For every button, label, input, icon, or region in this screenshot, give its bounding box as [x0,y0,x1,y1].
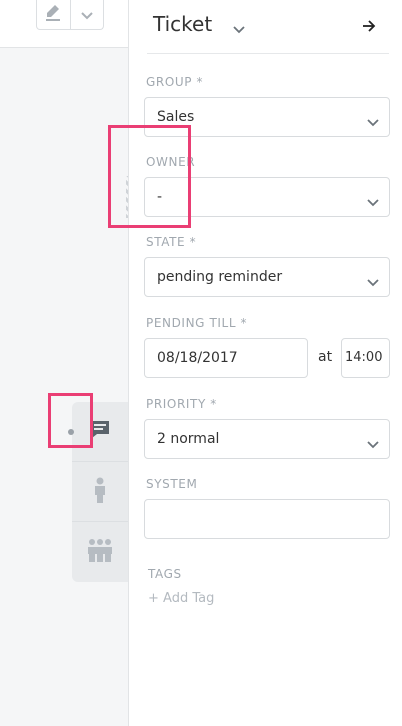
left-toolbar [0,0,128,48]
chevron-down-icon [81,5,93,24]
pending-till-label: PENDING TILL * [146,316,248,330]
chevron-down-icon [367,272,379,291]
arrow-right-icon[interactable] [362,18,376,37]
system-input[interactable] [144,499,390,539]
chevron-down-icon [367,112,379,131]
group-label: GROUP * [146,75,204,89]
state-select[interactable]: pending reminder [144,257,390,297]
at-label: at [318,349,333,365]
tab-highlight-box [48,393,93,448]
tags-label: TAGS [148,567,182,581]
add-tag-link[interactable]: + Add Tag [148,591,214,606]
priority-value: 2 normal [157,431,220,447]
edit-dropdown-button[interactable] [69,0,104,29]
pending-date-input[interactable]: 08/18/2017 [144,338,308,378]
state-label: STATE * [146,235,197,249]
sidebar-title[interactable]: Ticket [153,12,212,36]
pending-date-value: 08/18/2017 [157,350,238,366]
left-panel [0,0,128,726]
edit-button[interactable] [37,0,70,29]
priority-select[interactable]: 2 normal [144,419,390,459]
owner-highlight-box [108,125,191,228]
pencil-icon [45,4,61,26]
chat-bubble-icon [90,420,110,444]
system-label: SYSTEM [146,477,198,491]
state-value: pending reminder [157,269,283,285]
group-value: Sales [157,109,195,125]
sidebar-header: Ticket [147,0,389,54]
pending-time-value: 14:00 [345,350,383,365]
pending-time-input[interactable]: 14:00 [341,338,390,378]
tab-organization[interactable] [72,522,128,582]
tab-customer[interactable] [72,462,128,522]
chevron-down-icon [367,434,379,453]
edit-button-group [36,0,104,30]
priority-label: PRIORITY * [146,397,217,411]
chevron-down-icon [367,192,379,211]
person-icon [93,477,107,507]
group-icon [87,538,113,566]
chevron-down-icon[interactable] [233,19,245,38]
